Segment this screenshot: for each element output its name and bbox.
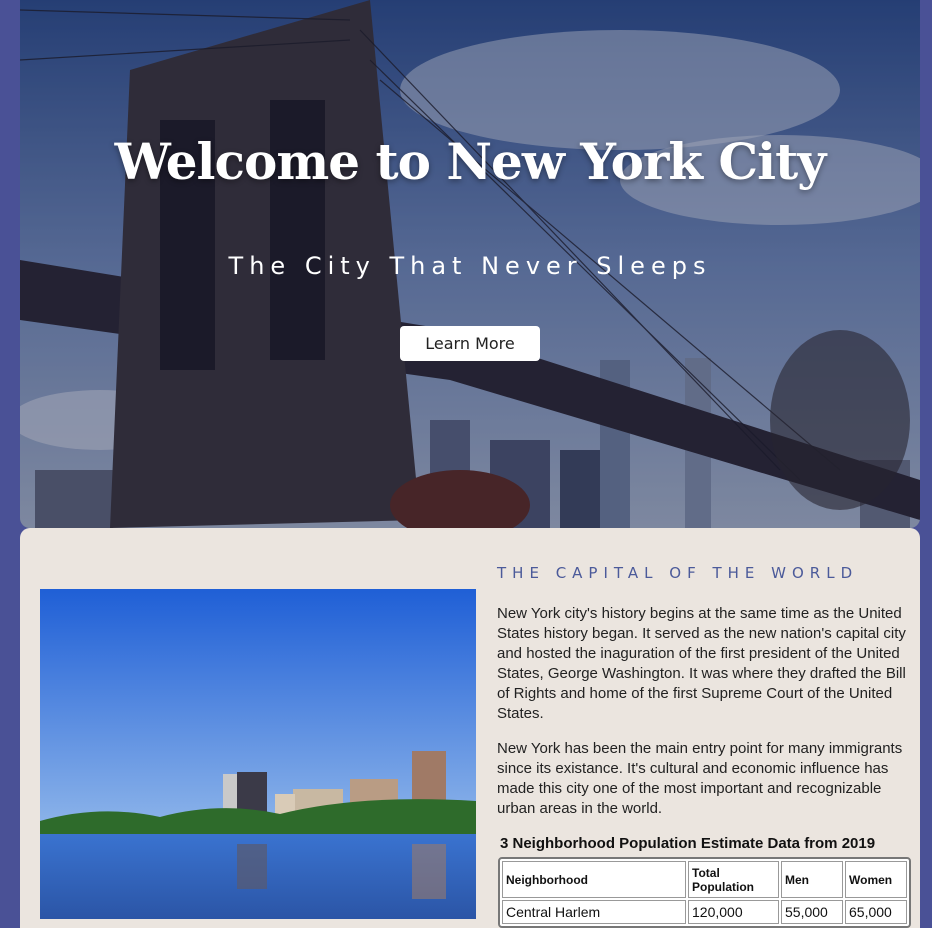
section-heading: THE CAPITAL OF THE WORLD (497, 564, 859, 582)
hero-banner: Welcome to New York City The City That N… (20, 0, 920, 528)
history-paragraph: New York city's history begins at the sa… (497, 605, 906, 722)
population-table: Neighborhood Total Population Men Women … (498, 857, 911, 928)
table-row: Central Harlem 120,000 55,000 65,000 (502, 900, 907, 924)
learn-more-button[interactable]: Learn More (400, 326, 540, 361)
central-park-reservoir-photo (40, 589, 476, 919)
header-neighborhood: Neighborhood (502, 861, 686, 898)
cell-women: 65,000 (845, 900, 907, 924)
table-header-row: Neighborhood Total Population Men Women (502, 861, 907, 898)
about-section: THE CAPITAL OF THE WORLD New York city's… (20, 528, 920, 928)
table-caption: 3 Neighborhood Population Estimate Data … (500, 835, 876, 852)
cell-total-population: 120,000 (688, 900, 779, 924)
header-total-population: Total Population (688, 861, 779, 898)
hero-subtitle: The City That Never Sleeps (228, 252, 712, 280)
immigration-paragraph: New York has been the main entry point f… (497, 740, 903, 817)
header-women: Women (845, 861, 907, 898)
cell-neighborhood: Central Harlem (502, 900, 686, 924)
cell-men: 55,000 (781, 900, 843, 924)
hero-title: Welcome to New York City (114, 132, 827, 191)
header-men: Men (781, 861, 843, 898)
